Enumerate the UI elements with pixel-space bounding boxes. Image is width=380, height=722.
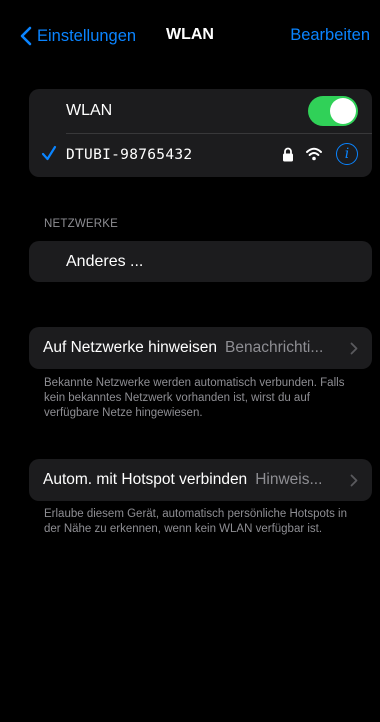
chevron-right-icon	[350, 342, 358, 354]
other-network-row[interactable]: Anderes ...	[29, 241, 372, 282]
wlan-toggle[interactable]	[308, 96, 358, 126]
auto-hotspot-value: Hinweis...	[255, 471, 323, 488]
auto-hotspot-label: Autom. mit Hotspot verbinden	[43, 471, 248, 488]
auto-hotspot-row[interactable]: Autom. mit Hotspot verbinden Hinweis...	[29, 459, 372, 501]
checkmark-icon	[41, 145, 57, 161]
chevron-right-icon	[350, 474, 358, 486]
auto-hotspot-group: Autom. mit Hotspot verbinden Hinweis...	[29, 459, 372, 501]
ask-to-join-value: Benachrichti...	[225, 339, 324, 356]
wlan-label: WLAN	[66, 102, 113, 119]
edit-button[interactable]: Bearbeiten	[290, 26, 370, 45]
ask-to-join-row[interactable]: Auf Netzwerke hinweisen Benachrichti...	[29, 327, 372, 369]
wlan-settings-screen: Einstellungen WLAN Bearbeiten WLAN DTUBI…	[0, 0, 380, 722]
other-network-group: Anderes ...	[29, 241, 372, 282]
info-icon[interactable]: i	[336, 143, 358, 165]
connected-network-row[interactable]: DTUBI-98765432 i	[29, 133, 372, 177]
ask-to-join-footer: Bekannte Netzwerke werden automatisch ve…	[44, 377, 345, 419]
wlan-group: WLAN DTUBI-98765432 i	[29, 89, 372, 177]
connected-network-name: DTUBI-98765432	[66, 147, 193, 163]
networks-section-header: NETZWERKE	[44, 218, 118, 230]
wlan-toggle-row: WLAN	[29, 89, 372, 133]
navigation-bar: Einstellungen WLAN Bearbeiten	[0, 22, 380, 50]
lock-icon	[283, 147, 293, 162]
toggle-knob	[330, 98, 356, 124]
ask-to-join-label: Auf Netzwerke hinweisen	[43, 339, 218, 356]
auto-hotspot-footer: Erlaube diesem Gerät, automatisch persön…	[44, 508, 347, 535]
wifi-signal-icon	[306, 147, 322, 161]
ask-to-join-group: Auf Netzwerke hinweisen Benachrichti...	[29, 327, 372, 369]
